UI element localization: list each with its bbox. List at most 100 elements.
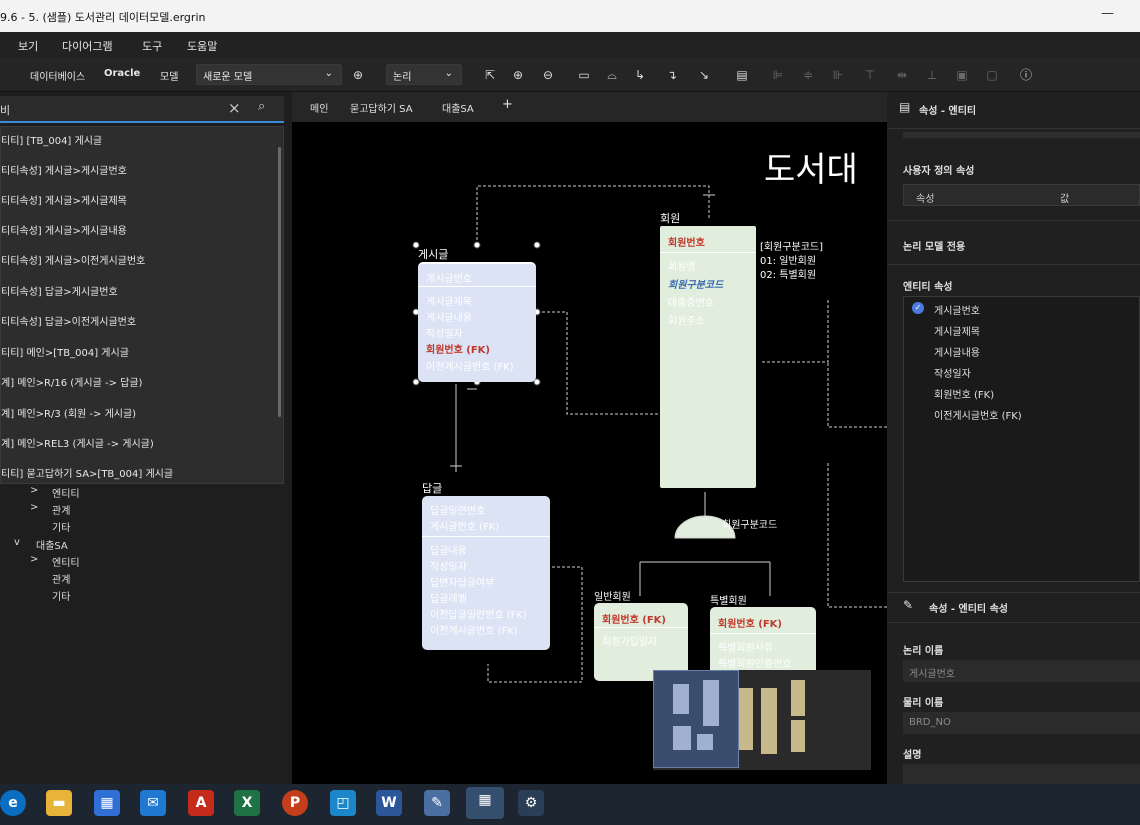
results-scrollbar[interactable] [278,147,281,417]
col-val: 값 [1060,194,1070,205]
pk-attr: 답글일련번호 [430,506,486,517]
subtype-tool-icon[interactable]: ⌓ [604,67,620,83]
ergrin-icon[interactable]: ▦ [466,787,504,819]
zoom-out-icon[interactable]: ⊖ [540,67,556,83]
menu-tools[interactable]: 도구 [142,38,162,54]
search-icon[interactable]: ⌕ [258,99,265,114]
entity-attrs-title: 엔티티 속성 [903,282,953,293]
note-tool-icon[interactable]: ▤ [734,67,750,83]
tab-loan-sa[interactable]: 대출SA [442,100,474,115]
menu-help[interactable]: 도움말 [187,38,217,54]
network-icon[interactable]: ⚙ [518,790,544,816]
word-icon[interactable]: W [376,790,402,816]
entity-tool-icon[interactable]: ▭ [576,67,592,83]
tree-arrow[interactable]: > [30,502,38,513]
menu-view[interactable]: 보기 [18,38,38,54]
same-width-icon[interactable]: ▣ [954,67,970,83]
search-result-item[interactable]: 티티속성] 게시글>게시글제목 [1,187,277,217]
tree-arrow[interactable]: > [30,554,38,565]
file-explorer-icon[interactable]: ▬ [46,790,72,816]
search-result-item[interactable]: 계] 메인>REL3 (게시글 -> 게시글) [1,430,277,460]
store-icon[interactable]: ▦ [94,790,120,816]
mail-icon[interactable]: ✉ [140,790,166,816]
zoom-in-icon[interactable]: ⊕ [510,67,526,83]
tree-arrow[interactable]: > [30,485,38,496]
model-select[interactable]: 새로운 모델 ⌄ [196,64,342,85]
entity-attr-item[interactable]: 게시글번호 [934,302,980,317]
align-bottom-icon[interactable]: ⊥ [924,67,940,83]
search-result-item[interactable]: 계] 메인>R/16 (게시글 -> 답글) [1,369,277,399]
entity-attr-item[interactable]: 작성일자 [934,365,971,380]
search-result-item[interactable]: 티티속성] 답글>게시글번호 [1,278,277,308]
align-middle-icon[interactable]: ⇹ [894,67,910,83]
app-icon[interactable]: ◰ [330,790,356,816]
entity-attr-item[interactable]: 회원번호 (FK) [934,386,994,401]
tree-item-relation[interactable]: 관계 [52,502,70,517]
clear-icon[interactable]: × [228,99,241,117]
search-result-item[interactable]: 티티속성] 게시글>이전게시글번호 [1,247,277,277]
properties-panel: ▤ 속성 - 엔티티 사용자 정의 속성 속성 값 논리 모델 전용 엔티티 속… [887,92,1140,784]
chevron-down-icon: ⌄ [444,68,453,79]
align-top-icon[interactable]: ⊤ [862,67,878,83]
minimize-button[interactable]: — [1101,6,1114,21]
search-result-item[interactable]: 티티속성] 게시글>게시글내용 [1,217,277,247]
description-field[interactable] [903,764,1140,784]
physical-name-field[interactable]: BRD_NO [903,712,1140,734]
search-result-item[interactable]: 티티] 묻고답하기 SA>[TB_004] 게시글 [1,460,277,490]
powerpoint-icon[interactable]: P [282,790,308,816]
entity-attr-item[interactable]: 게시글내용 [934,344,980,359]
relation2-tool-icon[interactable]: ↴ [664,67,680,83]
add-tab-button[interactable]: + [502,97,513,112]
tree-item-entity[interactable]: 엔티티 [52,554,80,569]
align-right-icon[interactable]: ⊪ [830,67,846,83]
pen-icon[interactable]: ✎ [424,790,450,816]
tab-main[interactable]: 메인 [310,100,328,115]
relation-tool-icon[interactable]: ↳ [632,67,648,83]
info-icon[interactable]: ⓘ [1018,67,1034,83]
subtype-label: 회원구분코드 [722,520,778,531]
search-result-item[interactable]: 계] 메인>R/3 (회원 -> 게시글) [1,400,277,430]
logical-name-label: 논리 이름 [903,646,944,657]
edge-icon[interactable]: e [0,790,26,816]
pk-attr: 게시글번호 [426,274,472,285]
relation3-tool-icon[interactable]: ↘ [696,67,712,83]
menu-diagram[interactable]: 다이어그램 [62,38,113,54]
tree-item-entity[interactable]: 엔티티 [52,485,80,500]
view-select[interactable]: 논리 ⌄ [386,64,462,85]
tree-arrow[interactable]: v [14,537,20,548]
entity-board[interactable]: 게시글번호 게시글제목 게시글내용 작성일자 회원번호 (FK) 이전게시글번호… [418,262,536,382]
same-height-icon[interactable]: ▢ [984,67,1000,83]
minimap-viewport[interactable] [653,670,739,768]
align-left-icon[interactable]: ⊫ [770,67,786,83]
excel-icon[interactable]: X [234,790,260,816]
export-icon[interactable]: ⇱ [482,67,498,83]
search-result-item[interactable]: 티티속성] 게시글>게시글번호 [1,157,277,187]
search-result-item[interactable]: 티티속성] 답글>이전게시글번호 [1,308,277,338]
entity-reply[interactable]: 답글일련번호 게시글번호 (FK) 답글내용 작성일자 답변자답글여부 답글레벨… [422,496,550,650]
diagram-canvas[interactable]: 도서대 게시글 게시글번호 게시글제목 게시글내용 작성일자 회원번호 (FK)… [292,122,887,784]
acrobat-icon[interactable]: A [188,790,214,816]
attr: 작성일자 [426,329,463,340]
align-center-icon[interactable]: ≑ [800,67,816,83]
logical-name-field[interactable]: 게시글번호 [903,660,1140,682]
minimap[interactable] [653,670,871,770]
attr: 이전답글일련번호 (FK) [430,610,527,621]
minimap-entity [697,734,713,750]
attr: 게시글제목 [426,297,472,308]
search-result-item[interactable]: 티티] 메인>[TB_004] 게시글 [1,339,277,369]
tree-item-etc[interactable]: 기타 [52,519,70,534]
tab-qa-sa[interactable]: 묻고답하기 SA [350,100,413,115]
search-result-item[interactable]: 티티] [TB_004] 게시글 [1,127,277,157]
logical-only-section[interactable]: 논리 모델 전용 [903,238,965,253]
search-input[interactable]: 비 × ⌕ [0,96,284,123]
chevron-down-icon: ⌄ [324,68,333,79]
entity-attr-item[interactable]: 게시글제목 [934,323,980,338]
db-value[interactable]: Oracle [104,68,140,79]
entity-member[interactable]: 회원번호 회원명 회원구분코드 대출증번호 회원주소 [660,226,756,488]
entity-attr-item[interactable]: 이전게시글번호 (FK) [934,407,1022,422]
tree-item-etc[interactable]: 기타 [52,588,70,603]
tree-item-relation[interactable]: 관계 [52,571,70,586]
tree-item-loan-sa[interactable]: 대출SA [36,537,68,552]
add-model-icon[interactable]: ⊕ [350,67,366,83]
title-bar: 9.6 - 5. (샘플) 도서관리 데이터모델.ergrin — [0,0,1140,32]
